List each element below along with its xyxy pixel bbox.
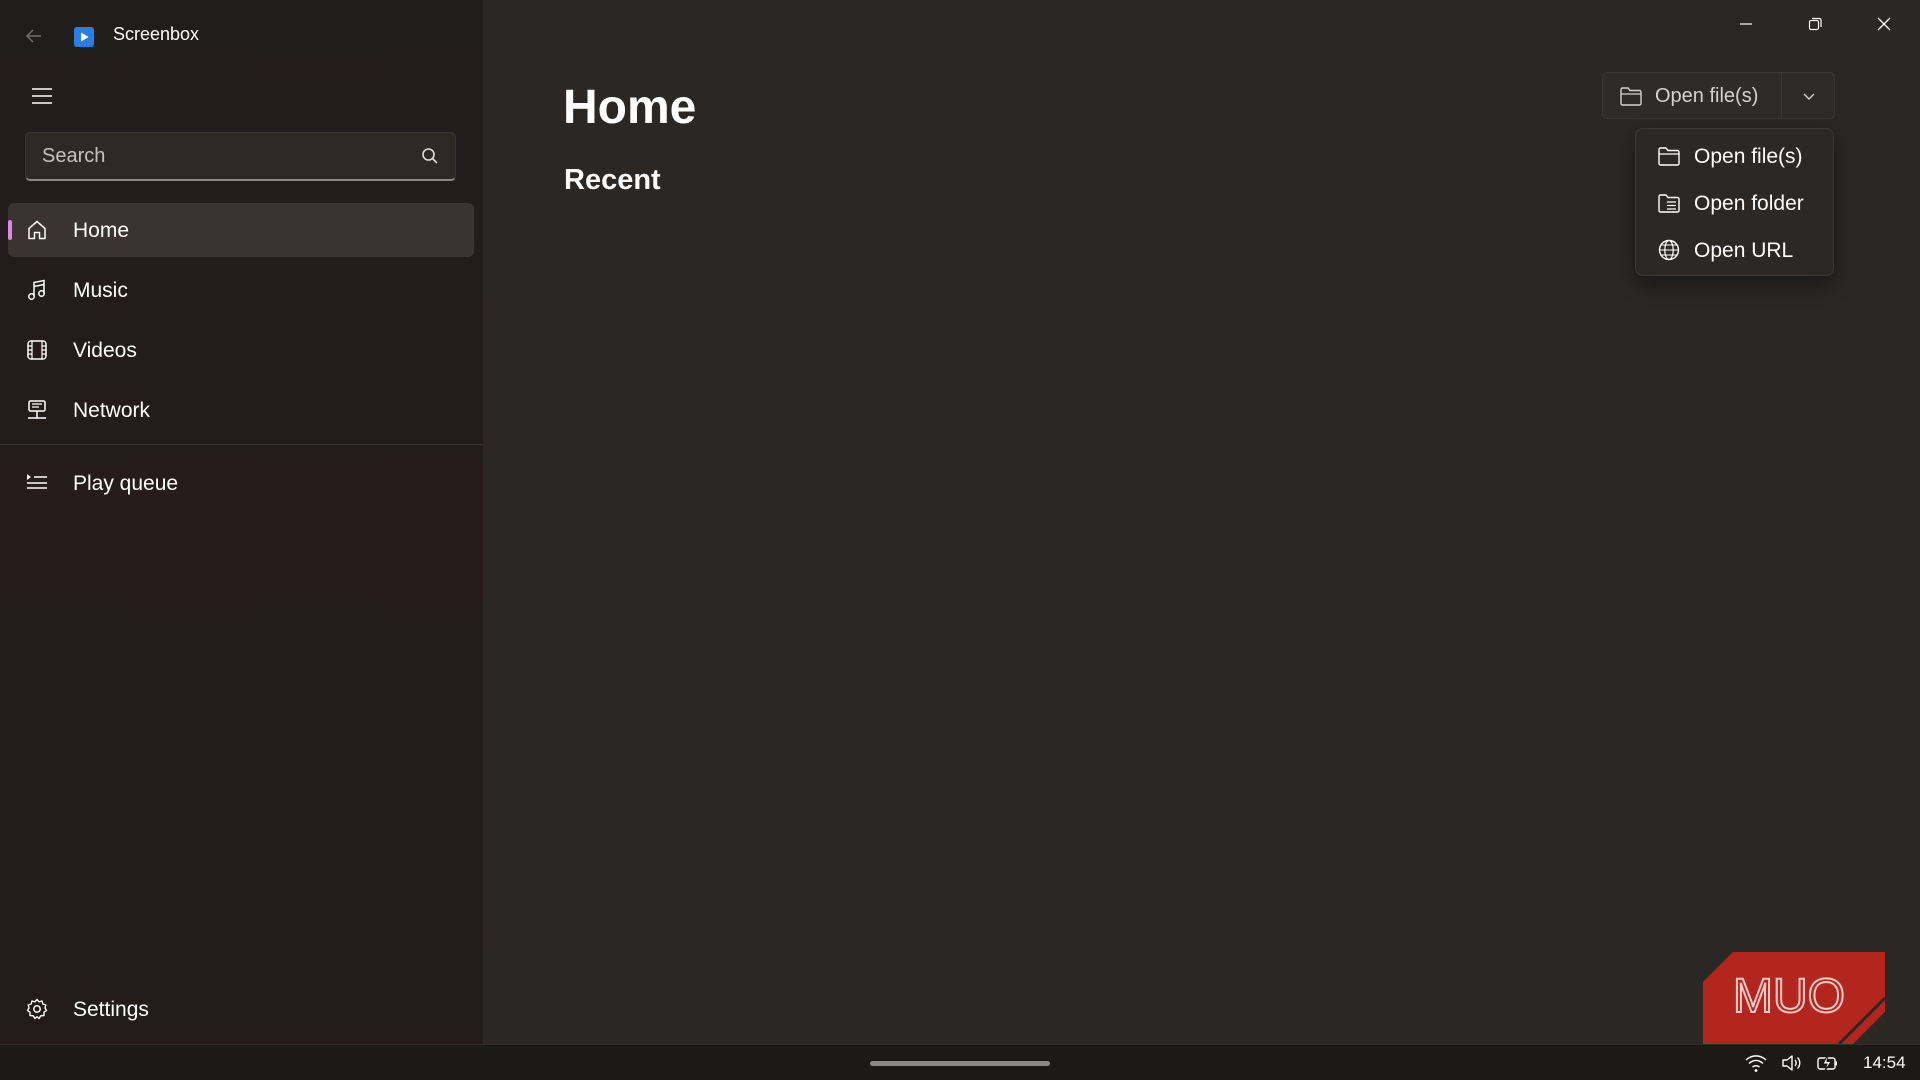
section-title-recent: Recent	[564, 164, 661, 196]
sidebar-item-label: Settings	[73, 998, 149, 1021]
music-note-icon	[28, 279, 45, 300]
search-icon[interactable]	[421, 147, 439, 165]
sidebar-item-settings[interactable]: Settings	[8, 982, 474, 1036]
title-bar: Screenbox	[0, 0, 483, 70]
close-icon	[1877, 17, 1891, 31]
open-menu-flyout: Open file(s) Open folder Open URL	[1635, 128, 1834, 276]
sidebar-item-label: Network	[73, 399, 151, 422]
hamburger-icon	[32, 88, 52, 104]
menu-item-label: Open file(s)	[1694, 145, 1803, 168]
folder-icon	[1620, 87, 1642, 106]
menu-item-label: Open URL	[1694, 239, 1794, 262]
back-button[interactable]	[18, 20, 50, 52]
sidebar-item-label: Play queue	[73, 472, 179, 495]
selection-indicator	[8, 220, 12, 240]
taskbar: 14:54	[0, 1044, 1920, 1080]
watermark-text: MUO	[1733, 970, 1845, 1023]
app-logo	[74, 27, 94, 47]
volume-icon[interactable]	[1780, 1052, 1804, 1074]
nav-divider	[0, 444, 483, 445]
sidebar-item-videos[interactable]: Videos	[8, 323, 474, 377]
open-files-button[interactable]: Open file(s)	[1603, 73, 1781, 118]
restore-button[interactable]	[1791, 4, 1839, 44]
app-title: Screenbox	[113, 24, 200, 44]
sidebar-item-music[interactable]: Music	[8, 263, 474, 317]
app-window: Screenbox Home	[0, 0, 1920, 1044]
folder-list-icon	[1658, 194, 1680, 213]
open-files-label: Open file(s)	[1655, 85, 1759, 107]
minimize-icon	[1740, 23, 1752, 25]
arrow-left-icon	[25, 29, 41, 43]
menu-item-label: Open folder	[1694, 192, 1804, 215]
page-title: Home	[563, 81, 697, 134]
gear-icon	[26, 998, 48, 1020]
sidebar-item-home[interactable]: Home	[8, 203, 474, 257]
folder-icon	[1658, 147, 1680, 166]
hamburger-menu-button[interactable]	[24, 80, 60, 112]
open-split-button: Open file(s)	[1602, 72, 1835, 119]
gesture-handle[interactable]	[870, 1061, 1050, 1066]
network-icon	[28, 400, 46, 419]
muo-watermark-logo: MUO	[1703, 952, 1885, 1044]
battery-charging-icon[interactable]	[1816, 1052, 1840, 1074]
taskbar-clock[interactable]: 14:54	[1863, 1053, 1906, 1073]
sidebar-item-play-queue[interactable]: Play queue	[8, 456, 474, 510]
sidebar-item-network[interactable]: Network	[8, 383, 474, 437]
open-dropdown-button[interactable]	[1782, 73, 1835, 118]
menu-item-open-files[interactable]: Open file(s)	[1640, 134, 1829, 178]
sidebar: Screenbox Home	[0, 0, 483, 1044]
search-input[interactable]	[42, 133, 412, 179]
chevron-down-icon	[1803, 93, 1814, 100]
close-button[interactable]	[1860, 4, 1908, 44]
search-box[interactable]	[25, 132, 456, 181]
home-icon	[28, 220, 46, 240]
sidebar-item-label: Home	[73, 219, 130, 242]
globe-icon	[1658, 239, 1680, 261]
queue-icon	[27, 474, 47, 489]
sidebar-item-label: Videos	[73, 339, 137, 362]
film-icon	[27, 340, 47, 360]
wifi-icon[interactable]	[1744, 1052, 1768, 1074]
minimize-button[interactable]	[1722, 4, 1770, 44]
sidebar-item-label: Music	[73, 279, 128, 302]
menu-item-open-url[interactable]: Open URL	[1640, 228, 1829, 272]
menu-item-open-folder[interactable]: Open folder	[1640, 181, 1829, 225]
restore-icon	[1808, 17, 1822, 31]
